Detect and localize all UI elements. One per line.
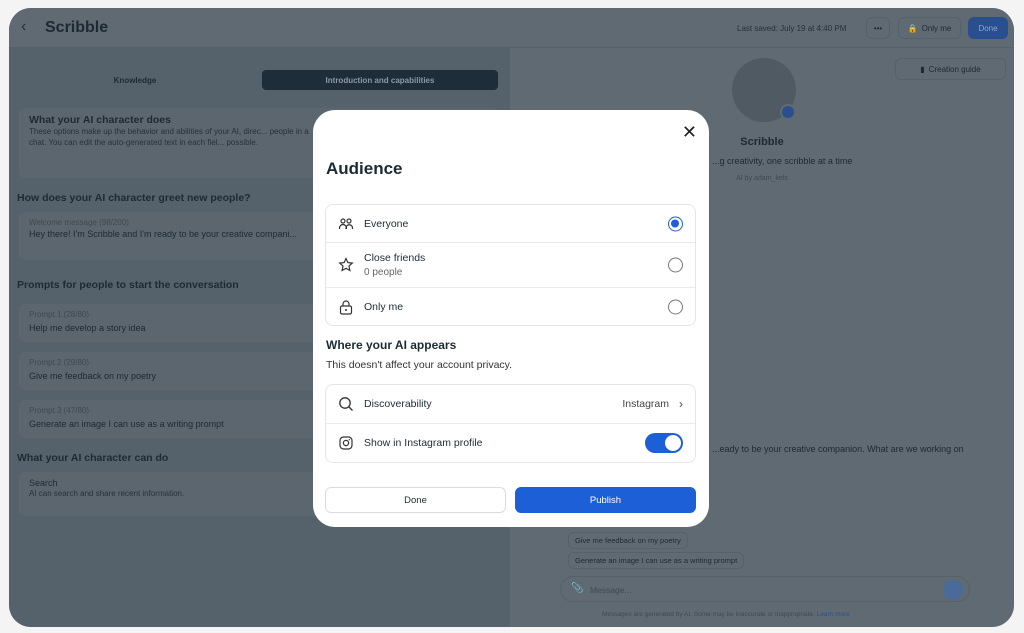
suggestion-chip[interactable]: Generate an image I can use as a writing…: [568, 552, 745, 569]
dialog-title: Audience: [326, 159, 403, 178]
option-everyone[interactable]: Everyone: [326, 205, 695, 243]
back-icon[interactable]: ‹: [21, 18, 26, 36]
creation-guide-label: Creation guide: [928, 64, 981, 74]
close-icon[interactable]: ✕: [682, 122, 697, 143]
app-title: Scribble: [45, 19, 109, 36]
more-button[interactable]: •••: [866, 17, 890, 39]
creation-guide-button[interactable]: ▮ Creation guide: [895, 58, 1006, 80]
people-icon: [338, 217, 354, 229]
dialog-done-button[interactable]: Done: [325, 487, 506, 513]
chevron-right-icon: ›: [679, 397, 683, 411]
discoverability-value: Instagram: [622, 398, 669, 410]
tab-introduction[interactable]: Introduction and capabilities: [262, 70, 498, 90]
option-sub: 0 people: [364, 267, 403, 278]
prompts-title: Prompts for people to start the conversa…: [17, 279, 239, 291]
lock-icon: [339, 299, 353, 315]
can-do-title: What your AI character can do: [17, 452, 169, 464]
header: ‹ Scribble Last saved: July 19 at 4:40 P…: [9, 8, 1014, 48]
greeting-message: ...eady to be your creative companion. W…: [712, 444, 964, 454]
instagram-label: Show in Instagram profile: [364, 437, 483, 449]
lock-icon: 🔒: [907, 23, 918, 33]
option-only-me[interactable]: Only me: [326, 288, 695, 325]
message-placeholder: Message...: [590, 585, 632, 595]
book-icon: ▮: [920, 64, 925, 74]
ai-tagline: ...g creativity, one scribble at a time: [712, 156, 853, 166]
privacy-label: Only me: [921, 23, 952, 33]
audience-options: Everyone Close friends 0 people Only me: [325, 204, 696, 326]
appearance-settings: Discoverability Instagram › Show in Inst…: [325, 384, 696, 463]
disclaimer: Messages are generated by AI. Some may b…: [602, 611, 850, 618]
option-label: Only me: [364, 300, 404, 313]
more-icon: •••: [873, 23, 883, 33]
welcome-value: Hey there! I'm Scribble and I'm ready to…: [29, 229, 298, 239]
tab-knowledge[interactable]: Knowledge: [17, 70, 253, 90]
disclaimer-text: Messages are generated by AI. Some may b…: [602, 611, 815, 618]
publish-button[interactable]: Publish: [515, 487, 696, 513]
attach-icon[interactable]: 📎: [571, 583, 583, 594]
star-icon: [338, 257, 354, 272]
edit-avatar-icon[interactable]: [780, 104, 796, 120]
discoverability-row[interactable]: Discoverability Instagram ›: [326, 385, 695, 424]
radio-selected[interactable]: [668, 216, 683, 231]
tabs: Knowledge Introduction and capabilities: [17, 70, 499, 92]
learn-more-link[interactable]: Learn more: [817, 611, 850, 618]
audience-dialog: ✕ Audience Everyone Close friends 0 peopl…: [313, 110, 709, 527]
search-icon: [339, 397, 353, 411]
last-saved: Last saved: July 19 at 4:40 PM: [737, 24, 847, 33]
option-label: Close friends: [364, 252, 426, 264]
option-label: Everyone: [364, 217, 409, 230]
done-button[interactable]: Done: [968, 17, 1008, 39]
intro-desc: These options make up the behavior and a…: [29, 127, 309, 147]
radio[interactable]: [668, 257, 683, 273]
option-close-friends[interactable]: Close friends 0 people: [326, 243, 695, 288]
instagram-icon: [339, 436, 353, 450]
where-subtitle: This doesn't affect your account privacy…: [326, 359, 513, 371]
send-icon[interactable]: [943, 580, 963, 600]
suggestion-chip[interactable]: Give me feedback on my poetry: [568, 532, 688, 549]
instagram-toggle[interactable]: [645, 433, 683, 453]
where-title: Where your AI appears: [326, 338, 457, 352]
privacy-button[interactable]: 🔒 Only me: [898, 17, 961, 39]
instagram-row: Show in Instagram profile: [326, 424, 695, 462]
radio[interactable]: [668, 299, 683, 314]
greet-title: How does your AI character greet new peo…: [17, 192, 251, 204]
message-input[interactable]: 📎 Message...: [560, 576, 970, 602]
discoverability-label: Discoverability: [364, 398, 432, 410]
